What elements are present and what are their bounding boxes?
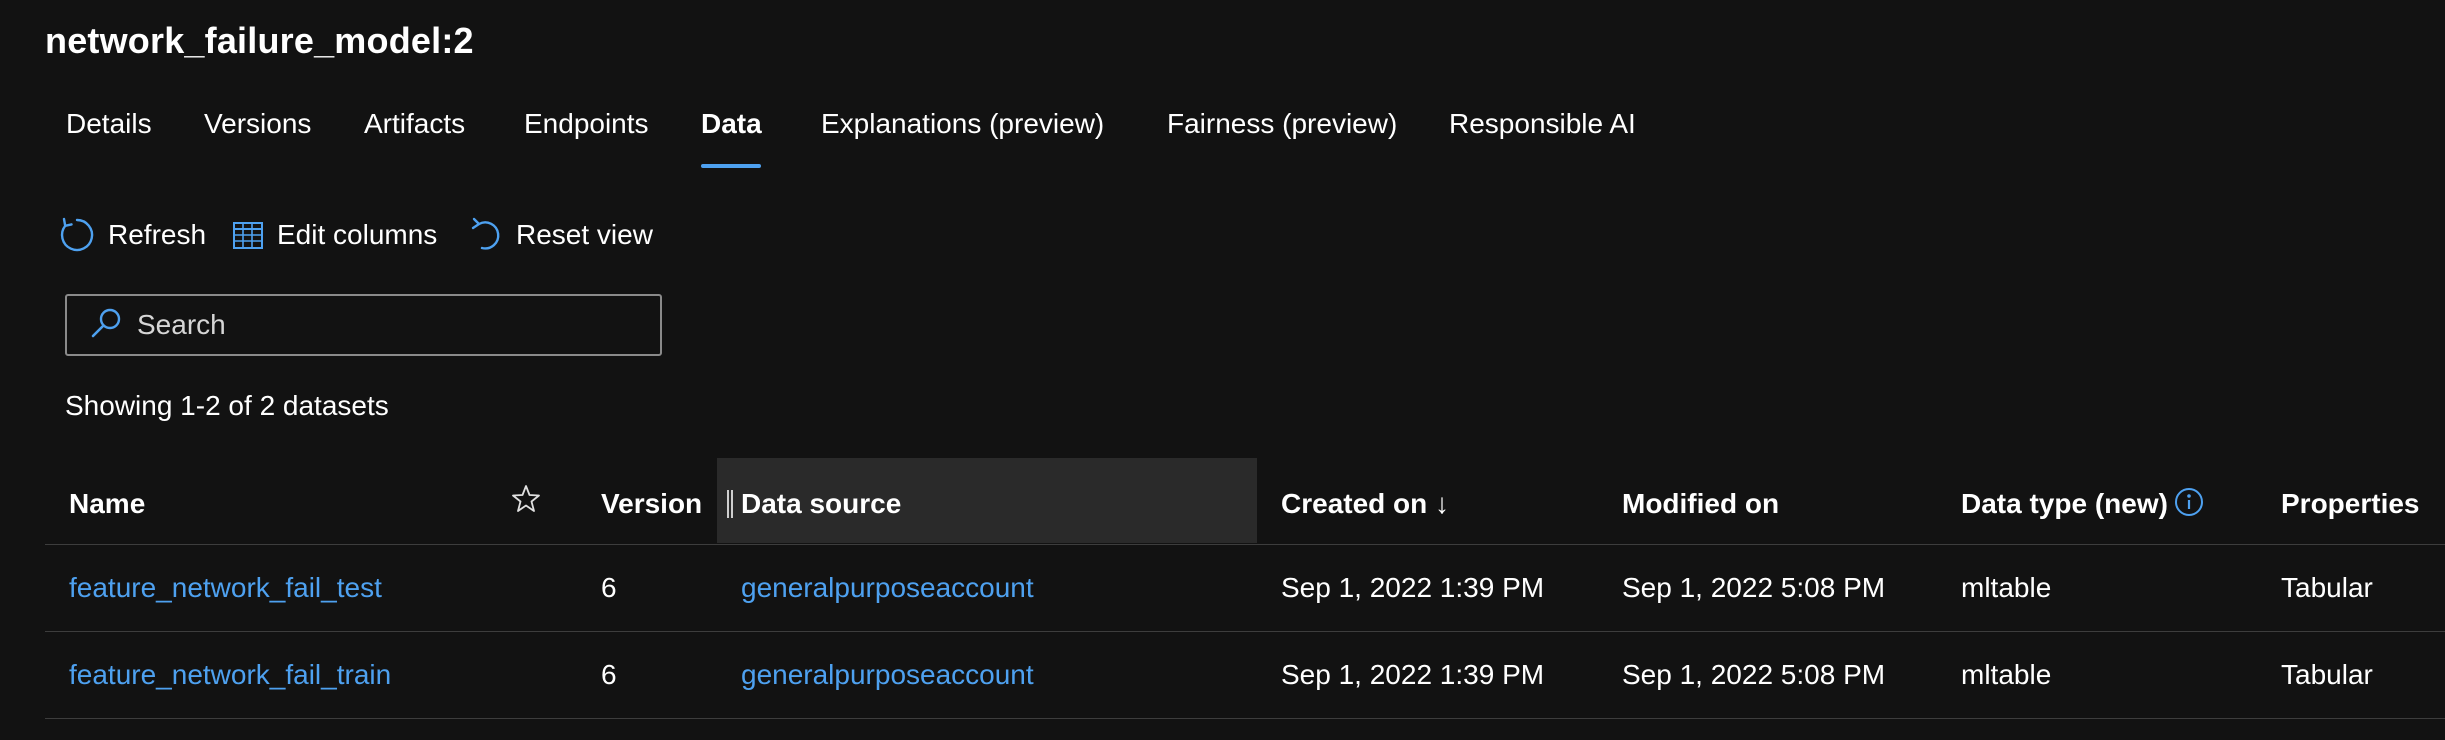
data-type-value: mltable (1961, 572, 2052, 603)
column-resize-handle[interactable] (727, 490, 733, 518)
search-input[interactable] (135, 308, 619, 342)
info-icon[interactable] (2173, 486, 2205, 523)
dataset-name-link[interactable]: feature_network_fail_train (69, 659, 391, 691)
refresh-icon (58, 216, 96, 254)
data-source-link[interactable]: generalpurposeaccount (741, 572, 1034, 604)
modified-on-value: Sep 1, 2022 5:08 PM (1622, 572, 1886, 603)
properties-value: Tabular (2281, 572, 2373, 603)
dataset-version: 6 (601, 659, 617, 690)
column-header-properties[interactable]: Properties (2281, 488, 2420, 520)
tab-responsible-ai[interactable]: Responsible AI (1449, 108, 1636, 140)
row-divider (45, 718, 2445, 719)
tab-data[interactable]: Data (701, 108, 762, 140)
column-header-data-type[interactable]: Data type (new) (1961, 488, 2168, 520)
column-header-name[interactable]: Name (69, 488, 145, 520)
data-source-link[interactable]: generalpurposeaccount (741, 659, 1034, 691)
datasets-table: Name Version Data source Created on ↓ Mo… (45, 458, 2445, 720)
tab-bar: Details Versions Artifacts Endpoints Dat… (0, 108, 1700, 174)
tab-explanations[interactable]: Explanations (preview) (821, 108, 1104, 140)
tab-endpoints[interactable]: Endpoints (524, 108, 649, 140)
search-box (65, 294, 662, 356)
dataset-version: 6 (601, 572, 617, 603)
results-count: Showing 1-2 of 2 datasets (65, 390, 389, 421)
modified-on-value: Sep 1, 2022 5:08 PM (1622, 659, 1886, 690)
reset-view-button[interactable]: Reset view (470, 210, 653, 260)
search-icon (67, 306, 123, 345)
model-data-page: network_failure_model:2 Details Versions… (0, 0, 2445, 740)
toolbar: Refresh Edit columns Reset view (0, 210, 800, 260)
tab-artifacts[interactable]: Artifacts (364, 108, 465, 140)
edit-columns-label: Edit columns (277, 219, 438, 250)
column-header-version[interactable]: Version (601, 488, 702, 520)
created-on-value: Sep 1, 2022 1:39 PM (1281, 572, 1545, 603)
dataset-name-link[interactable]: feature_network_fail_test (69, 572, 382, 604)
column-header-created-on[interactable]: Created on ↓ (1281, 488, 1449, 520)
tab-fairness[interactable]: Fairness (preview) (1167, 108, 1397, 140)
undo-icon (470, 216, 504, 254)
page-title: network_failure_model:2 (45, 20, 474, 61)
column-header-modified-on[interactable]: Modified on (1622, 488, 1779, 520)
data-type-header-label: Data type (new) (1961, 488, 2168, 519)
tab-versions[interactable]: Versions (204, 108, 311, 140)
edit-columns-button[interactable]: Edit columns (231, 210, 437, 260)
data-type-value: mltable (1961, 659, 2052, 690)
created-on-value: Sep 1, 2022 1:39 PM (1281, 659, 1545, 690)
active-tab-indicator (701, 164, 761, 168)
properties-value: Tabular (2281, 659, 2373, 690)
column-header-data-source[interactable]: Data source (741, 488, 901, 520)
header-divider (45, 544, 2445, 545)
table-icon (231, 218, 265, 252)
refresh-button[interactable]: Refresh (58, 210, 206, 260)
row-divider (45, 631, 2445, 632)
tab-details[interactable]: Details (66, 108, 152, 140)
star-icon[interactable] (511, 484, 541, 519)
reset-view-label: Reset view (516, 219, 653, 250)
refresh-label: Refresh (108, 219, 207, 250)
